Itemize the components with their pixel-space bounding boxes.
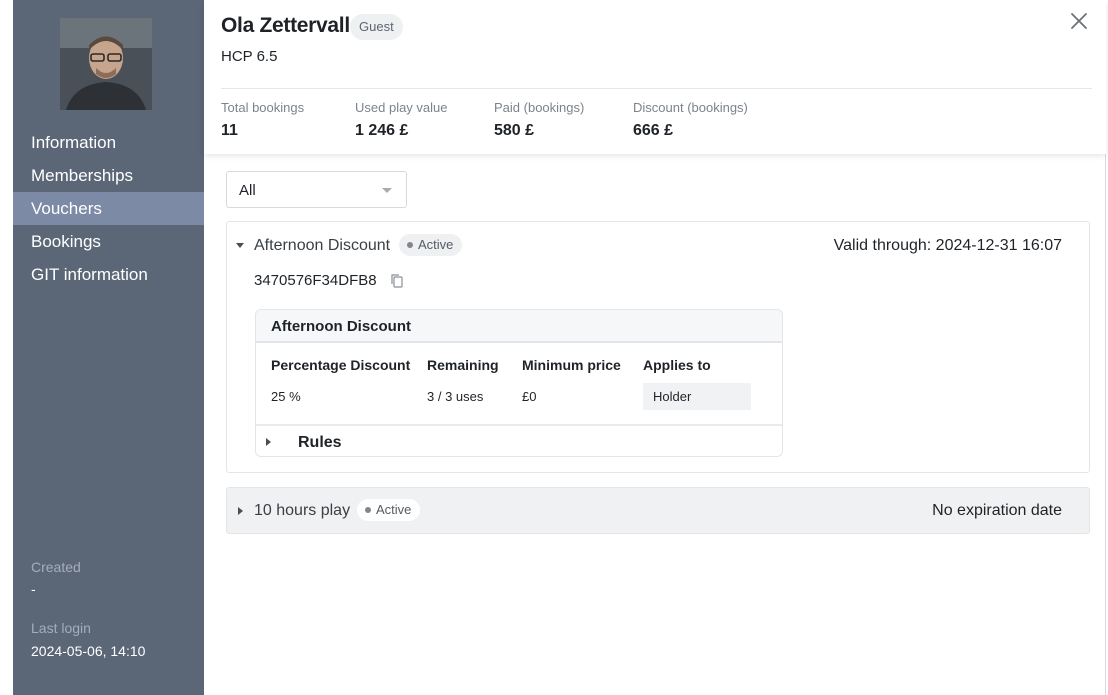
stat-label: Paid (bookings) [494,100,585,115]
sidebar: Information Memberships Vouchers Booking… [13,0,204,695]
customer-dialog: Information Memberships Vouchers Booking… [13,0,1106,695]
card-header: Afternoon Discount [256,310,782,343]
value-percentage-discount: 25 % [271,389,301,404]
header-divider [221,88,1092,89]
stat-used-play-value: Used play value 1 246 £ [355,100,448,140]
sidebar-item-information[interactable]: Information [13,126,204,159]
voucher-validity: No expiration date [932,502,1062,519]
customer-name: Ola Zettervall [221,14,350,37]
stat-total-bookings: Total bookings 11 [221,100,304,140]
created-label: Created [31,559,81,575]
status-text: Active [418,237,454,252]
status-badge: Active [399,234,463,256]
stat-discount: Discount (bookings) 666 £ [633,100,748,140]
sidebar-item-git-information[interactable]: GIT information [13,258,204,291]
value-applies-to: Holder [643,383,751,410]
avatar [60,18,152,110]
status-text: Active [376,502,412,517]
voucher-filter-select[interactable]: All [226,171,407,208]
column-header-remaining: Remaining [427,357,499,373]
status-badge: Active [357,499,421,521]
avatar-photo [60,18,152,110]
last-login-label: Last login [31,620,91,636]
copy-icon[interactable] [390,273,404,289]
status-dot [365,507,371,513]
value-remaining: 3 / 3 uses [427,389,484,404]
sidebar-nav: Information Memberships Vouchers Booking… [13,126,204,291]
rules-label: Rules [298,434,342,451]
caret-right-icon [238,507,243,515]
sidebar-item-vouchers[interactable]: Vouchers [13,192,204,225]
voucher-item: Afternoon Discount Active Valid through:… [226,221,1090,473]
created-value: - [31,581,36,597]
value-minimum-price: £0 [522,389,537,404]
profile-header: Ola Zettervall Guest HCP 6.5 Total booki… [204,0,1106,154]
stat-paid: Paid (bookings) 580 £ [494,100,584,140]
stat-value: 1 246 £ [355,122,409,139]
handicap: HCP 6.5 [221,48,278,65]
voucher-details-card: Afternoon Discount Percentage Discount R… [255,309,783,457]
main-panel: Ola Zettervall Guest HCP 6.5 Total booki… [204,0,1106,695]
stat-value: 666 £ [633,122,674,139]
sidebar-item-memberships[interactable]: Memberships [13,159,204,192]
guest-badge: Guest [350,14,403,40]
filter-value: All [239,182,256,199]
column-header-applies-to: Applies to [643,357,711,373]
stat-label: Used play value [355,100,448,115]
stat-label: Discount (bookings) [633,100,748,115]
voucher-validity: Valid through: 2024-12-31 16:07 [833,237,1062,254]
stat-value: 11 [221,122,238,139]
voucher-title: 10 hours play [254,502,351,519]
stat-label: Total bookings [221,100,305,115]
voucher-code: 3470576F34DFB8 [254,272,377,289]
column-header-percentage-discount: Percentage Discount [271,357,411,373]
voucher-item[interactable]: 10 hours play Active No expiration date [226,487,1090,534]
column-header-minimum-price: Minimum price [522,357,621,373]
last-login-value: 2024-05-06, 14:10 [31,643,146,659]
card-title: Afternoon Discount [271,318,411,335]
caret-down-icon[interactable] [236,243,244,248]
status-dot [407,242,413,248]
stat-value: 580 £ [494,122,535,139]
voucher-title[interactable]: Afternoon Discount [254,237,390,255]
rules-toggle[interactable]: Rules [256,424,782,456]
chevron-down-icon [382,188,392,193]
sidebar-item-bookings[interactable]: Bookings [13,225,204,258]
close-icon[interactable] [1068,10,1090,32]
caret-right-icon [266,438,271,446]
